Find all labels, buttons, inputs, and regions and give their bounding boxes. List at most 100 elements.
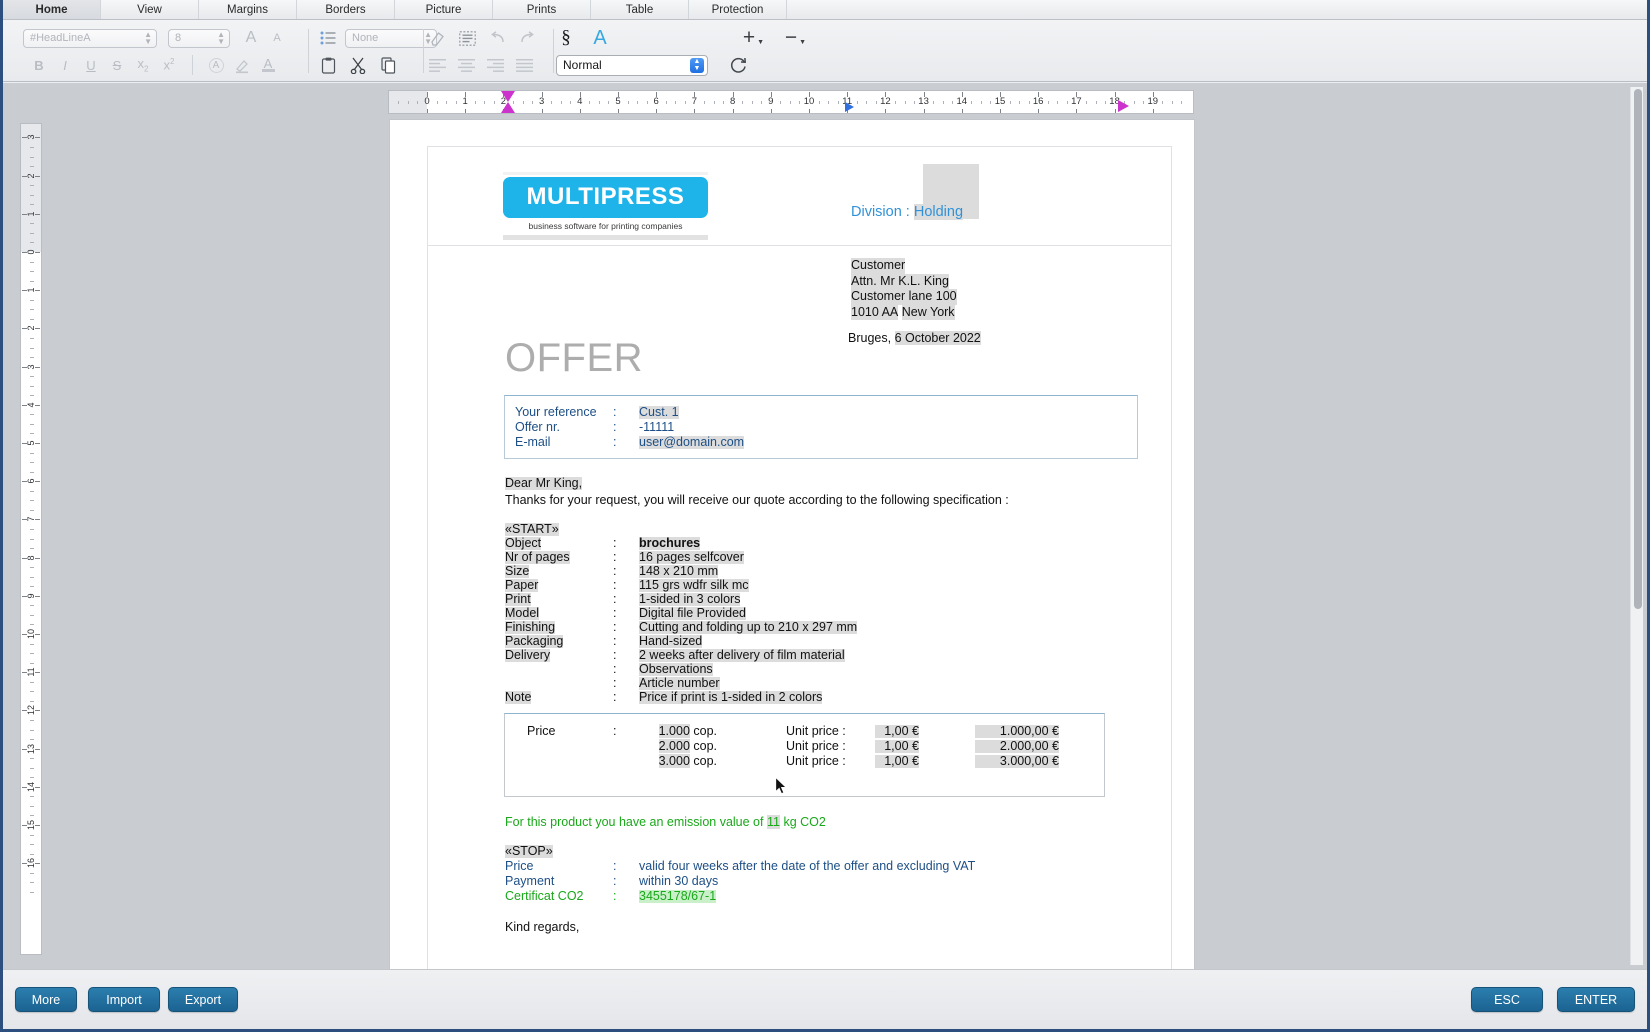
ruler-major-tick — [809, 92, 810, 97]
import-button[interactable]: Import — [88, 987, 160, 1012]
font-color-icon[interactable]: A — [255, 54, 281, 76]
price-qty[interactable]: 3.000 — [658, 754, 690, 768]
shrink-font-icon[interactable]: A — [264, 27, 290, 49]
align-center-icon[interactable] — [453, 54, 479, 76]
spec-value[interactable]: Article number — [639, 677, 720, 690]
terms-value[interactable]: valid four weeks after the date of the o… — [639, 860, 975, 873]
spec-value[interactable]: Hand-sized — [639, 635, 703, 648]
spec-value[interactable]: 1-sided in 3 colors — [639, 593, 741, 606]
paragraph-mark-icon[interactable]: § — [553, 27, 579, 49]
select-all-icon[interactable] — [454, 27, 480, 49]
tab-borders[interactable]: Borders — [297, 0, 395, 19]
document-page[interactable]: MULTIPRESS business software for printin… — [389, 119, 1195, 969]
first-line-indent-marker[interactable] — [501, 91, 515, 102]
zoom-in-button[interactable]: + ▼ — [736, 26, 764, 49]
zoom-out-button[interactable]: − ▼ — [778, 26, 806, 49]
tab-protection[interactable]: Protection — [689, 0, 787, 19]
left-indent-marker[interactable] — [501, 102, 515, 113]
offer-nr-value[interactable]: -11111 — [639, 421, 674, 434]
superscript-button[interactable]: x2 — [156, 54, 182, 76]
more-button[interactable]: More — [15, 987, 77, 1012]
bold-button[interactable]: B — [26, 54, 52, 76]
customer-line-2[interactable]: Attn. Mr K.L. King — [851, 273, 949, 289]
reference-value[interactable]: Cust. 1 — [639, 406, 679, 419]
special-character-icon[interactable]: A — [587, 27, 613, 49]
spec-value[interactable]: 2 weeks after delivery of film material — [639, 649, 845, 662]
copy-icon[interactable] — [375, 54, 401, 76]
font-size-select[interactable]: 8 ▲ ▼ — [168, 28, 230, 48]
text-color-icon[interactable]: A — [203, 54, 229, 76]
undo-icon[interactable] — [484, 27, 510, 49]
paragraph-style-select[interactable]: Normal ▲ ▼ — [556, 54, 708, 76]
spec-value[interactable]: 16 pages selfcover — [639, 551, 744, 564]
tab-stop-marker[interactable] — [845, 102, 854, 112]
scrollbar-thumb[interactable] — [1634, 89, 1642, 609]
line-total-value[interactable]: 3.000,00 € — [975, 755, 1059, 768]
customer-postcode[interactable]: 1010 AA — [851, 304, 899, 320]
italic-label: I — [63, 57, 67, 73]
ruler-major-tick — [1114, 92, 1116, 97]
align-right-icon[interactable] — [482, 54, 508, 76]
tab-view[interactable]: View — [101, 0, 199, 19]
strikethrough-button[interactable]: S — [104, 54, 130, 76]
offer-date[interactable]: 6 October 2022 — [894, 331, 981, 345]
terms-value[interactable]: within 30 days — [639, 875, 718, 888]
unit-price-value[interactable]: 1,00 € — [875, 755, 919, 768]
right-indent-marker[interactable] — [1118, 100, 1129, 112]
align-left-icon[interactable] — [424, 54, 450, 76]
unit-price-label: Unit price : — [786, 754, 846, 768]
spec-value[interactable]: brochures — [639, 537, 701, 550]
vertical-ruler[interactable]: 3 2 1 0 1 2 3 4 5 6 7 8 9 10 11 12 13 14 15 16 — [20, 123, 42, 955]
esc-button[interactable]: ESC — [1471, 987, 1543, 1012]
spec-value[interactable]: 148 x 210 mm — [639, 565, 719, 578]
tab-prints[interactable]: Prints — [493, 0, 591, 19]
ruler-minor-tick — [446, 101, 448, 104]
spec-value[interactable]: 115 grs wdfr silk mc — [639, 579, 749, 592]
line-total-value[interactable]: 2.000,00 € — [975, 740, 1059, 753]
spec-value[interactable]: Price if print is 1-sided in 2 colors — [639, 691, 823, 704]
emission-value[interactable]: 11 — [766, 815, 780, 829]
tab-margins[interactable]: Margins — [199, 0, 297, 19]
clear-formatting-icon[interactable] — [424, 27, 450, 49]
unit-price-value[interactable]: 1,00 € — [875, 740, 919, 753]
ruler-minor-tick — [30, 691, 34, 693]
spec-value[interactable]: Cutting and folding up to 210 x 297 mm — [639, 621, 858, 634]
spec-colon: : — [613, 564, 617, 578]
ruler-minor-tick — [30, 490, 34, 492]
highlight-icon[interactable] — [229, 54, 255, 76]
grow-font-icon[interactable]: A — [238, 27, 264, 49]
redo-icon[interactable] — [514, 27, 540, 49]
bulleted-list-icon[interactable] — [315, 27, 341, 49]
line-total-value[interactable]: 1.000,00 € — [975, 725, 1059, 738]
customer-line-1[interactable]: Customer — [851, 258, 906, 274]
terms-value[interactable]: 3455178/67-1 — [639, 890, 717, 903]
paste-icon[interactable] — [315, 54, 341, 76]
export-button[interactable]: Export — [168, 987, 238, 1012]
price-qty[interactable]: 1.000 — [658, 724, 690, 738]
cut-icon[interactable] — [345, 54, 371, 76]
vertical-scrollbar[interactable] — [1630, 87, 1643, 965]
tab-home-label: Home — [35, 3, 68, 16]
spec-label: Print — [505, 592, 531, 606]
unit-price-value[interactable]: 1,00 € — [875, 725, 919, 738]
email-value[interactable]: user@domain.com — [639, 436, 745, 449]
ruler-minor-tick — [30, 548, 34, 550]
font-family-select[interactable]: #HeadLineA ▲ ▼ — [23, 28, 157, 48]
tab-table[interactable]: Table — [591, 0, 689, 19]
enter-button[interactable]: ENTER — [1557, 987, 1635, 1012]
price-qty[interactable]: 2.000 — [658, 739, 690, 753]
tab-picture[interactable]: Picture — [395, 0, 493, 19]
subscript-button[interactable]: x2 — [130, 54, 156, 76]
customer-city[interactable]: New York — [901, 304, 955, 320]
customer-line-3[interactable]: Customer lane 100 — [851, 289, 957, 305]
tab-home[interactable]: Home — [3, 0, 101, 19]
ruler-minor-tick — [30, 271, 34, 273]
spec-value[interactable]: Observations — [639, 663, 713, 676]
division-value[interactable]: Holding — [913, 204, 964, 220]
underline-button[interactable]: U — [78, 54, 104, 76]
spec-value[interactable]: Digital file Provided — [639, 607, 746, 620]
refresh-style-icon[interactable] — [725, 54, 751, 76]
align-justify-icon[interactable] — [511, 54, 537, 76]
horizontal-ruler[interactable]: 0 1 2 3 4 5 6 7 8 9 10 11 12 13 14 15 16 17 18 19 — [388, 90, 1194, 114]
italic-button[interactable]: I — [52, 54, 78, 76]
